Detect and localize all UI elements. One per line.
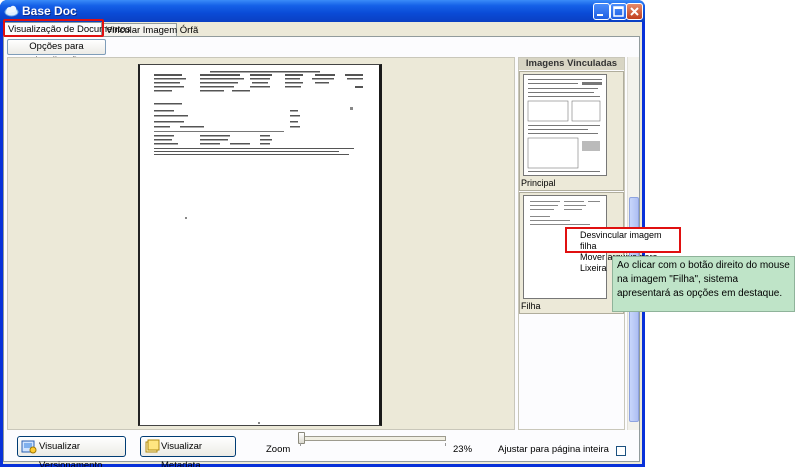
- minimize-button[interactable]: [593, 3, 610, 20]
- tab-visualizacao-documentos[interactable]: Visualização de Documentos: [4, 22, 130, 37]
- annotation-callout: Ao clicar com o botão direito do mouse n…: [612, 256, 795, 312]
- maximize-icon: [613, 6, 624, 17]
- document-page-image[interactable]: [138, 64, 382, 426]
- view-versioning-label: Visualizar Versionamento: [39, 441, 103, 467]
- document-viewer[interactable]: [7, 57, 515, 430]
- menu-item-unlink-child-image[interactable]: Desvincular imagem filha: [580, 230, 679, 252]
- view-options-button[interactable]: Opções para visualização: [7, 39, 106, 66]
- close-icon: [630, 7, 639, 16]
- zoom-label: Zoom: [266, 444, 291, 455]
- linked-images-header: Imagens Vinculadas: [519, 58, 624, 70]
- window-title: Base Doc: [22, 4, 77, 18]
- bottom-toolbar: Visualizar Versionamento Visualizar Meta…: [4, 432, 641, 467]
- client-area: Visualização de Documentos Vincular Imag…: [3, 19, 642, 467]
- zoom-slider-ticks: [300, 443, 446, 446]
- thumbnail-principal-label: Principal: [521, 178, 556, 188]
- cloud-app-icon: [4, 5, 19, 17]
- thumbnail-principal[interactable]: Principal: [519, 71, 624, 191]
- fit-page-label: Ajustar para página inteira: [498, 444, 609, 455]
- tab-panel: Opções para visualização: [3, 36, 641, 467]
- zoom-slider-track[interactable]: [298, 436, 446, 441]
- view-metadata-button[interactable]: Visualizar Metadata: [140, 436, 236, 467]
- view-metadata-label: Visualizar Metadata: [161, 441, 203, 467]
- zoom-value: 23%: [453, 444, 473, 455]
- view-versioning-button[interactable]: Visualizar Versionamento: [17, 436, 126, 467]
- context-menu: Desvincular imagem filha Mover arquivo p…: [565, 227, 681, 273]
- metadata-icon: [145, 439, 160, 453]
- scanned-document-graphic: [154, 71, 363, 424]
- versioning-icon: [21, 440, 37, 454]
- close-button[interactable]: [626, 3, 643, 20]
- fit-page-checkbox[interactable]: [616, 446, 626, 456]
- tab-strip: Visualização de Documentos Vincular Imag…: [3, 19, 642, 37]
- thumbnail-principal-image[interactable]: [523, 74, 607, 176]
- document-thumbnail-graphic: [527, 79, 602, 172]
- app-window: Base Doc Visualização de Documentos Vinc…: [0, 0, 645, 467]
- maximize-button[interactable]: [610, 3, 627, 20]
- minimize-icon: [597, 14, 603, 16]
- thumbnail-filha-label: Filha: [521, 301, 541, 311]
- title-bar[interactable]: Base Doc: [0, 0, 645, 22]
